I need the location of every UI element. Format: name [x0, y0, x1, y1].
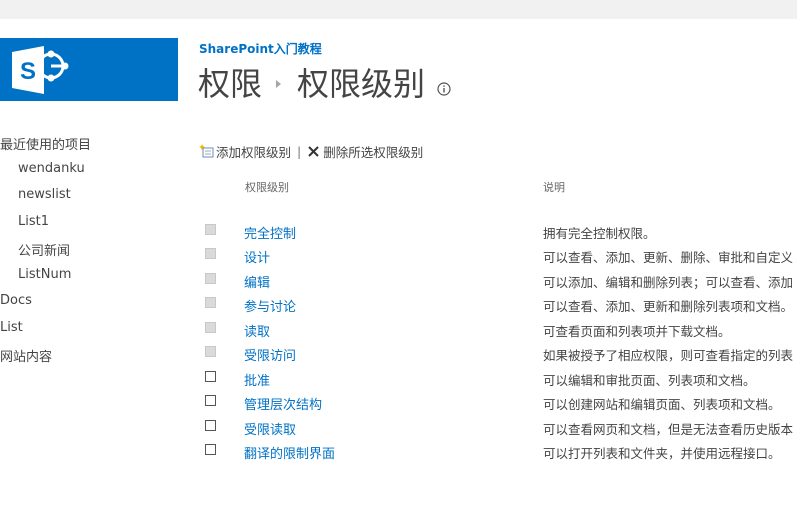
row-checkbox — [205, 297, 216, 308]
add-level-icon — [199, 144, 216, 158]
permission-level-link[interactable]: 翻译的限制界面 — [244, 443, 335, 462]
permission-level-link[interactable]: 批准 — [244, 370, 270, 389]
nav-recent-item[interactable]: wendanku — [18, 161, 85, 176]
site-title-link[interactable]: SharePoint入门教程 — [199, 40, 322, 57]
permission-level-link[interactable]: 设计 — [244, 247, 270, 266]
table-row: 受限访问 如果被授予了相应权限，则可查看指定的列表 — [0, 342, 797, 366]
toolbar-divider: | — [297, 143, 302, 159]
row-checkbox[interactable] — [205, 395, 216, 406]
add-level-label: 添加权限级别 — [216, 144, 292, 160]
table-row: 编辑 可以添加、编辑和删除列表；可以查看、添加 — [0, 269, 797, 293]
toolbar: 添加权限级别 | 删除所选权限级别 — [199, 142, 423, 160]
delete-icon — [307, 145, 323, 158]
permission-level-link[interactable]: 受限读取 — [244, 419, 296, 438]
nav-recent-header[interactable]: 最近使用的项目 — [0, 134, 91, 153]
table-row: 读取 可查看页面和列表项并下载文档。 — [0, 318, 797, 342]
delete-permission-level-button[interactable]: 删除所选权限级别 — [307, 142, 423, 161]
permission-level-link[interactable]: 编辑 — [244, 272, 270, 291]
breadcrumb-current: 权限级别 — [297, 65, 426, 103]
table-row: 受限读取 可以查看网页和文档，但是无法查看历史版本 — [0, 416, 797, 440]
breadcrumb-separator-icon — [276, 80, 282, 88]
permission-level-description: 可以查看网页和文档，但是无法查看历史版本 — [543, 422, 794, 437]
permission-level-link[interactable]: 受限访问 — [244, 345, 296, 364]
delete-level-label: 删除所选权限级别 — [323, 144, 424, 160]
row-checkbox[interactable] — [205, 371, 216, 382]
row-checkbox — [205, 346, 216, 357]
row-checkbox — [205, 322, 216, 333]
row-checkbox — [205, 224, 216, 235]
add-permission-level-button[interactable]: 添加权限级别 — [199, 142, 291, 161]
table-row: 设计 可以查看、添加、更新、删除、审批和自定义 — [0, 244, 797, 268]
permission-level-link[interactable]: 参与讨论 — [244, 296, 296, 315]
page-title: 权限 权限级别 — [198, 58, 451, 106]
permission-level-description: 可以打开列表和文件夹，并使用远程接口。 — [543, 446, 781, 461]
sharepoint-logo[interactable]: S — [0, 38, 178, 101]
permission-level-link[interactable]: 管理层次结构 — [244, 394, 322, 413]
column-header-level[interactable]: 权限级别 — [245, 179, 289, 195]
breadcrumb-parent[interactable]: 权限 — [198, 59, 262, 105]
table-row: 参与讨论 可以查看、添加、更新和删除列表项和文档。 — [0, 293, 797, 317]
permission-level-description: 可以查看、添加、更新、删除、审批和自定义 — [543, 250, 794, 265]
row-checkbox — [205, 273, 216, 284]
row-checkbox — [205, 248, 216, 259]
permission-level-description: 可以添加、编辑和删除列表；可以查看、添加 — [543, 275, 794, 290]
permission-level-description: 可以编辑和审批页面、列表项和文档。 — [543, 373, 756, 388]
row-checkbox[interactable] — [205, 420, 216, 431]
permission-level-link[interactable]: 读取 — [244, 321, 270, 340]
column-header-description[interactable]: 说明 — [543, 179, 565, 195]
permission-level-link[interactable]: 完全控制 — [244, 223, 296, 242]
permission-level-description: 可以查看、添加、更新和删除列表项和文档。 — [543, 299, 794, 314]
permission-level-description: 拥有完全控制权限。 — [543, 226, 656, 241]
nav-recent-item[interactable]: newslist — [18, 187, 71, 202]
table-row: 完全控制 拥有完全控制权限。 — [0, 220, 797, 244]
row-checkbox[interactable] — [205, 444, 216, 455]
table-row: 批准 可以编辑和审批页面、列表项和文档。 — [0, 367, 797, 391]
permission-level-description: 可查看页面和列表项并下载文档。 — [543, 324, 731, 339]
table-row: 管理层次结构 可以创建网站和编辑页面、列表项和文档。 — [0, 391, 797, 415]
table-row: 翻译的限制界面 可以打开列表和文件夹，并使用远程接口。 — [0, 440, 797, 464]
svg-text:S: S — [20, 58, 36, 85]
permission-level-description: 如果被授予了相应权限，则可查看指定的列表 — [543, 348, 794, 363]
permission-level-description: 可以创建网站和编辑页面、列表项和文档。 — [543, 397, 781, 412]
suite-bar — [0, 0, 797, 19]
info-icon[interactable] — [437, 66, 451, 104]
